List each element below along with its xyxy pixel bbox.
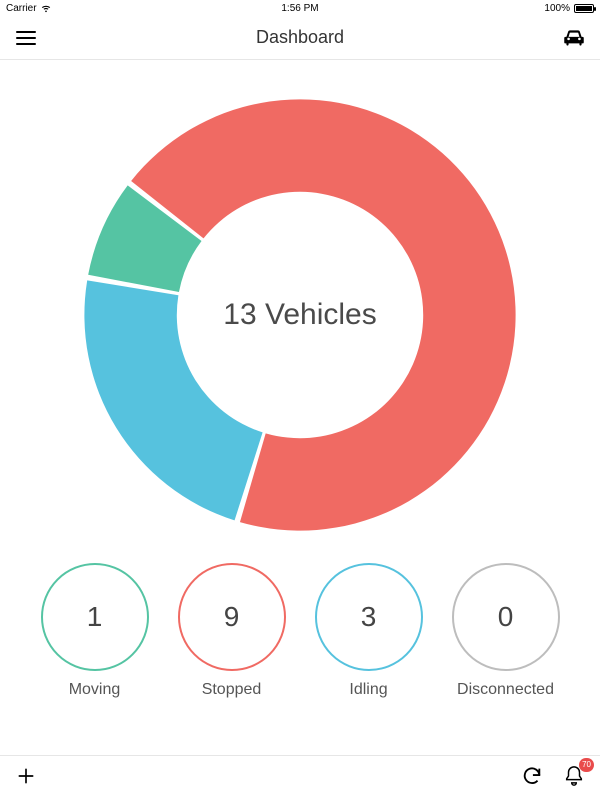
add-button[interactable] (12, 762, 40, 790)
carrier-label: Carrier (6, 3, 37, 14)
hamburger-icon (14, 26, 38, 50)
vehicle-donut-chart: 13 Vehicles (80, 95, 520, 535)
stat-circle-disconnected[interactable]: 0 (452, 563, 560, 671)
stat-moving: 1 Moving (41, 563, 149, 699)
stat-label: Idling (349, 681, 387, 699)
page-title: Dashboard (40, 27, 560, 48)
plus-icon (16, 766, 36, 786)
app-header: Dashboard (0, 16, 600, 60)
vehicle-button[interactable] (560, 24, 588, 52)
stat-stopped: 9 Stopped (178, 563, 286, 699)
stat-idling: 3 Idling (315, 563, 423, 699)
bottom-toolbar: 70 (0, 755, 600, 795)
stat-circle-idling[interactable]: 3 (315, 563, 423, 671)
stat-circle-moving[interactable]: 1 (41, 563, 149, 671)
refresh-button[interactable] (518, 762, 546, 790)
stat-disconnected: 0 Disconnected (452, 563, 560, 699)
menu-button[interactable] (12, 24, 40, 52)
stat-label: Moving (69, 681, 121, 699)
wifi-icon (41, 3, 51, 13)
main-content: 13 Vehicles 1 Moving 9 Stopped 3 Idling 0 Disco… (0, 60, 600, 709)
stat-label: Stopped (202, 681, 262, 699)
notifications-button[interactable]: 70 (560, 762, 588, 790)
battery-label: 100% (544, 3, 570, 14)
stat-label: Disconnected (457, 681, 554, 699)
stats-row: 1 Moving 9 Stopped 3 Idling 0 Disconnected (20, 563, 580, 699)
car-icon (561, 25, 587, 51)
battery-icon (574, 4, 594, 13)
refresh-icon (521, 765, 543, 787)
stat-circle-stopped[interactable]: 9 (178, 563, 286, 671)
status-bar: Carrier 1:56 PM 100% (0, 0, 600, 16)
donut-center-label: 13 Vehicles (180, 195, 420, 435)
notification-badge: 70 (579, 758, 594, 772)
clock-label: 1:56 PM (281, 3, 318, 14)
